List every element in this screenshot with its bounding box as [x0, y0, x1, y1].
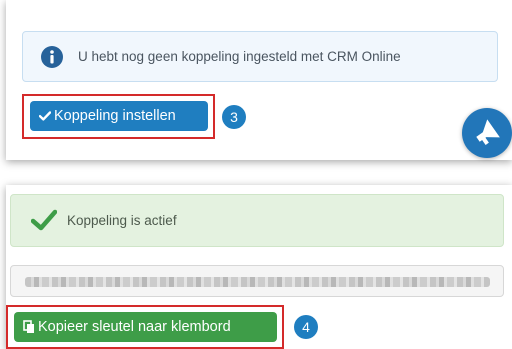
step-badge-4: 4	[294, 315, 318, 339]
api-key-field[interactable]	[10, 265, 504, 297]
copy-button-highlight	[6, 305, 284, 349]
check-icon	[31, 209, 57, 231]
no-connection-alert: U hebt nog geen koppeling ingesteld met …	[22, 31, 498, 82]
blurred-api-key	[25, 277, 490, 287]
info-circle-icon	[41, 46, 63, 68]
step-badge-3: 3	[222, 105, 246, 129]
connection-active-text: Koppeling is actief	[67, 213, 177, 228]
connection-active-alert: Koppeling is actief	[10, 194, 504, 247]
announcements-button[interactable]	[462, 108, 512, 158]
setup-button-highlight	[22, 94, 215, 139]
no-connection-text: U hebt nog geen koppeling ingesteld met …	[78, 49, 401, 64]
megaphone-icon	[476, 119, 500, 145]
